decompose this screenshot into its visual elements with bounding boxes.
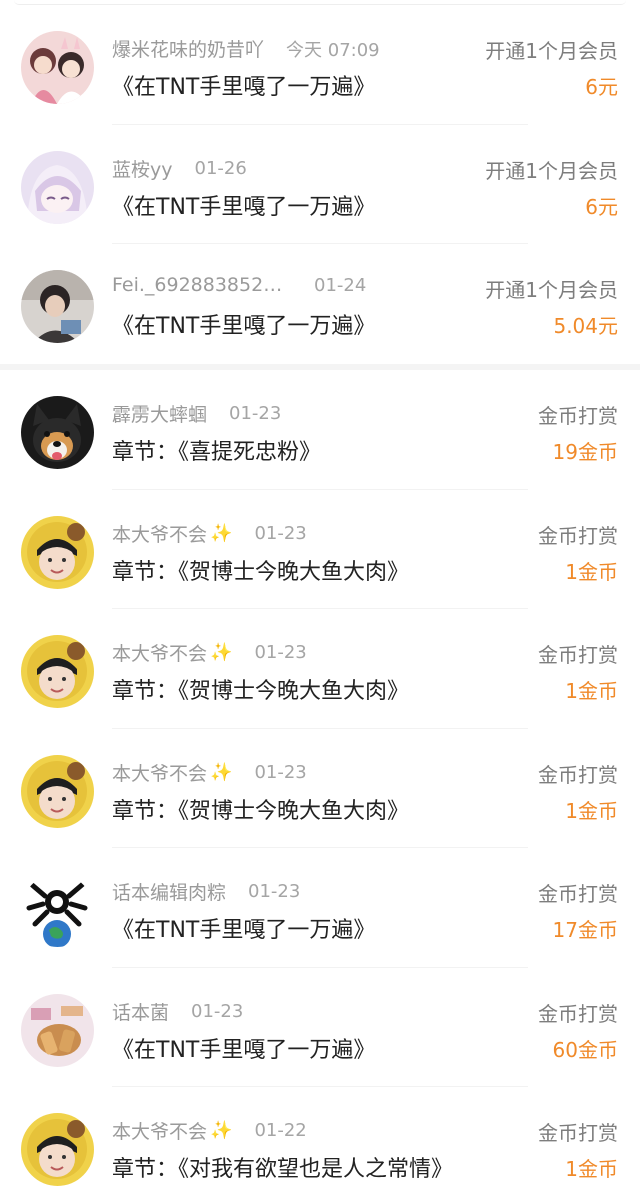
record-meta: 本大爷不会 ✨ 01-23	[112, 520, 307, 547]
record-row[interactable]: 霹雳大蟀蝈 01-23 章节：《喜提死忠粉》 金币打赏 19金币	[0, 370, 640, 490]
record-date: 01-23	[248, 881, 301, 902]
record-content: 章节：《贺博士今晚大鱼大肉》	[112, 798, 410, 824]
record-row[interactable]: 本大爷不会 ✨ 01-23 章节：《贺博士今晚大鱼大肉》 金币打赏 1金币	[0, 490, 640, 609]
user-name[interactable]: 蓝桉yy	[112, 155, 173, 182]
record-amount: 19金币	[552, 440, 618, 464]
avatar[interactable]	[21, 874, 94, 947]
record-type: 金币打赏	[538, 1121, 618, 1145]
record-meta: Fei._6928838521... 01-24	[112, 274, 366, 296]
record-content: 《在TNT手里嘎了一万遍》	[112, 918, 376, 943]
record-type: 开通1个月会员	[485, 278, 618, 302]
record-date: 01-23	[254, 642, 307, 663]
user-name[interactable]: Fei._6928838521...	[112, 274, 292, 296]
reward-records-page: 爆米花味的奶昔吖 今天 07:09 《在TNT手里嘎了一万遍》 开通1个月会员 …	[0, 0, 640, 1191]
record-amount: 1金币	[565, 679, 618, 703]
record-amount: 5.04元	[553, 314, 618, 338]
record-meta: 话本菌 01-23	[112, 998, 243, 1025]
coin-reward-group: 霹雳大蟀蝈 01-23 章节：《喜提死忠粉》 金币打赏 19金币 本大爷不会 ✨…	[0, 370, 640, 1191]
record-type: 金币打赏	[538, 643, 618, 667]
record-meta: 霹雳大蟀蝈 01-23	[112, 400, 281, 427]
record-row[interactable]: 话本编辑肉粽 01-23 《在TNT手里嘎了一万遍》 金币打赏 17金币	[0, 848, 640, 968]
user-name[interactable]: 本大爷不会	[112, 1117, 207, 1144]
record-type: 开通1个月会员	[485, 158, 618, 183]
record-date: 01-24	[314, 274, 367, 296]
record-row[interactable]: 爆米花味的奶昔吖 今天 07:09 《在TNT手里嘎了一万遍》 开通1个月会员 …	[0, 5, 640, 125]
avatar[interactable]	[21, 754, 94, 828]
record-content: 章节：《贺博士今晚大鱼大肉》	[112, 679, 410, 704]
record-date: 01-23	[229, 403, 282, 424]
record-amount: 6元	[585, 194, 618, 219]
record-row[interactable]: 本大爷不会 ✨ 01-23 章节：《贺博士今晚大鱼大肉》 金币打赏 1金币	[0, 609, 640, 729]
avatar[interactable]	[21, 150, 94, 224]
record-content: 《在TNT手里嘎了一万遍》	[112, 75, 376, 100]
record-type: 金币打赏	[538, 523, 618, 548]
record-amount: 60金币	[552, 1037, 618, 1062]
record-amount: 17金币	[552, 918, 618, 942]
user-name[interactable]: 话本编辑肉粽	[112, 878, 226, 905]
user-name[interactable]: 爆米花味的奶昔吖	[112, 35, 264, 62]
record-amount: 1金币	[565, 1157, 618, 1181]
record-row[interactable]: Fei._6928838521... 01-24 《在TNT手里嘎了一万遍》 开…	[0, 244, 640, 364]
user-name[interactable]: 霹雳大蟀蝈	[112, 400, 207, 427]
record-content: 《在TNT手里嘎了一万遍》	[112, 194, 376, 220]
record-date: 今天 07:09	[286, 39, 380, 61]
record-row[interactable]: 蓝桉yy 01-26 《在TNT手里嘎了一万遍》 开通1个月会员 6元	[0, 125, 640, 244]
record-content: 章节：《对我有欲望也是人之常情》	[112, 1157, 454, 1182]
record-row[interactable]: 本大爷不会 ✨ 01-23 章节：《贺博士今晚大鱼大肉》 金币打赏 1金币	[0, 729, 640, 848]
record-type: 金币打赏	[538, 1001, 618, 1026]
record-meta: 本大爷不会 ✨ 01-22	[112, 1117, 307, 1144]
record-meta: 爆米花味的奶昔吖 今天 07:09	[112, 35, 380, 62]
record-meta: 蓝桉yy 01-26	[112, 155, 247, 182]
record-amount: 1金币	[565, 798, 618, 823]
record-date: 01-23	[191, 1000, 244, 1022]
user-name[interactable]: 本大爷不会	[112, 520, 207, 547]
avatar[interactable]	[21, 635, 94, 708]
record-row[interactable]: 话本菌 01-23 《在TNT手里嘎了一万遍》 金币打赏 60金币	[0, 968, 640, 1087]
record-content: 《在TNT手里嘎了一万遍》	[112, 314, 376, 339]
record-row[interactable]: 本大爷不会 ✨ 01-22 章节：《对我有欲望也是人之常情》 金币打赏 1金币	[0, 1087, 640, 1191]
user-name[interactable]: 本大爷不会	[112, 639, 207, 666]
record-meta: 本大爷不会 ✨ 01-23	[112, 639, 307, 666]
record-date: 01-22	[254, 1120, 307, 1141]
record-date: 01-26	[194, 157, 247, 179]
record-date: 01-23	[254, 761, 307, 783]
record-content: 章节：《贺博士今晚大鱼大肉》	[112, 559, 410, 585]
avatar[interactable]	[21, 993, 94, 1067]
sparkle-icon: ✨	[210, 761, 233, 783]
record-meta: 话本编辑肉粽 01-23	[112, 878, 300, 905]
record-content: 《在TNT手里嘎了一万遍》	[112, 1037, 376, 1063]
sparkle-icon: ✨	[210, 522, 233, 544]
avatar[interactable]	[21, 270, 94, 343]
membership-group: 爆米花味的奶昔吖 今天 07:09 《在TNT手里嘎了一万遍》 开通1个月会员 …	[0, 5, 640, 370]
record-amount: 1金币	[565, 559, 618, 584]
avatar[interactable]	[21, 515, 94, 589]
record-type: 金币打赏	[538, 882, 618, 906]
record-content: 章节：《喜提死忠粉》	[112, 440, 322, 465]
avatar[interactable]	[21, 31, 94, 104]
record-date: 01-23	[254, 522, 307, 544]
record-amount: 6元	[585, 75, 618, 99]
record-meta: 本大爷不会 ✨ 01-23	[112, 759, 307, 786]
record-type: 金币打赏	[538, 762, 618, 787]
record-type: 开通1个月会员	[485, 39, 618, 63]
user-name[interactable]: 本大爷不会	[112, 759, 207, 786]
avatar[interactable]	[21, 396, 94, 469]
sparkle-icon: ✨	[210, 642, 233, 663]
sparkle-icon: ✨	[210, 1120, 233, 1141]
avatar[interactable]	[21, 1113, 94, 1186]
record-type: 金币打赏	[538, 404, 618, 428]
user-name[interactable]: 话本菌	[112, 998, 169, 1025]
